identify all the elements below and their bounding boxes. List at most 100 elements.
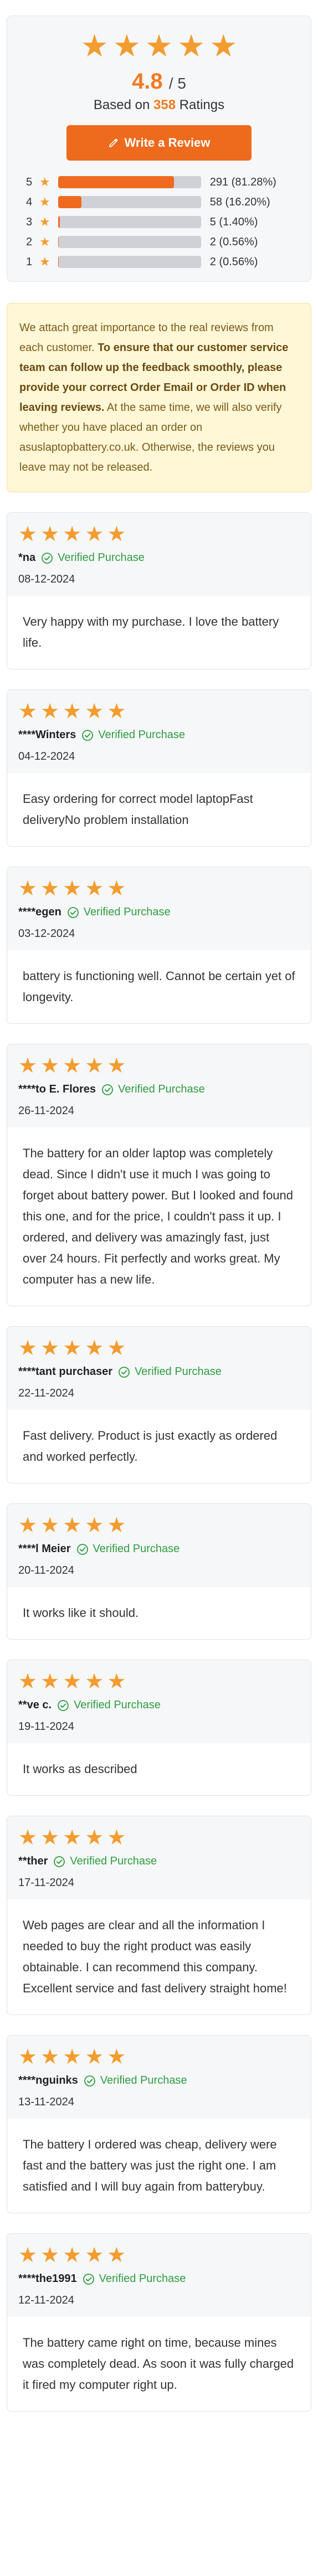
rating-bar-row[interactable]: 5 ★ 291 (81.28%) [26,175,295,189]
check-circle-icon [67,906,79,919]
star-level: 1 [26,255,33,268]
reviewer-name: *na [18,552,36,564]
rating-bar-fill [58,196,81,208]
review-meta: ****nguinks Verified Purchase [18,2074,300,2087]
review-header: ★ ★ ★ ★ ★ ****egen Verified Purchase 03-12-2024 [7,867,311,950]
review-date: 04-12-2024 [18,750,75,763]
verified-label: Verified Purchase [98,729,186,741]
review-header: ★ ★ ★ ★ ★ ****Winters Verified Purchase 04-12-2… [7,690,311,773]
verified-label: Verified Purchase [118,1083,205,1095]
check-circle-icon [81,729,94,741]
review-text: Very happy with my purchase. I love the … [23,615,279,650]
star-icon: ★ [107,1054,126,1078]
star-icon: ★ [85,523,104,546]
verified-badge: Verified Purchase [118,1366,222,1378]
check-circle-icon [76,1543,89,1555]
verified-label: Verified Purchase [99,2273,186,2285]
check-circle-icon [101,1084,114,1096]
verified-badge: Verified Purchase [84,2074,187,2087]
review-text: It works like it should. [23,1606,139,1620]
star-icon: ★ [107,1514,126,1537]
review-stars: ★ ★ ★ ★ ★ [18,2047,300,2068]
rating-scale: / 5 [168,75,186,92]
reviewer-name: ****the1991 [18,2273,77,2285]
star-icon: ★ [40,1054,60,1078]
star-icon: ★ [40,1337,60,1360]
rating-distribution: 5 ★ 291 (81.28%) 4 ★ 58 (16.20%) 3 ★ 5 (1.40%) 2 ★… [26,175,295,269]
reviewer-name: **ther [18,1855,48,1867]
review-stars: ★ ★ ★ ★ ★ [18,1671,300,1692]
star-icon: ★ [63,1054,82,1078]
star-icon: ★ [18,1514,38,1537]
verified-badge: Verified Purchase [41,552,145,564]
review-stars: ★ ★ ★ ★ ★ [18,701,300,722]
rating-bar-track [58,196,201,208]
average-value: 4.8 [132,69,163,94]
check-circle-icon [57,1699,69,1712]
rating-bar-row[interactable]: 3 ★ 5 (1.40%) [26,215,295,229]
star-icon: ★ [39,255,50,269]
star-icon: ★ [80,28,109,63]
star-icon: ★ [63,2244,82,2267]
star-icon: ★ [39,175,50,189]
review-text: Web pages are clear and all the informat… [23,1918,287,1995]
rating-count: 291 (81.28%) [209,176,276,188]
review-card: ★ ★ ★ ★ ★ ****nguinks Verified Purchase 13-11-2… [7,2035,311,2213]
review-header: ★ ★ ★ ★ ★ ****l Meier Verified Purchase 20-11-2… [7,1504,311,1587]
star-icon: ★ [18,700,38,723]
reviewer-name: ****l Meier [18,1543,71,1555]
write-review-label: Write a Review [124,136,211,150]
rating-bar-row[interactable]: 1 ★ 2 (0.56%) [26,255,295,269]
rating-bar-fill [58,216,60,228]
star-icon: ★ [85,1337,104,1360]
rating-bar-row[interactable]: 4 ★ 58 (16.20%) [26,195,295,209]
review-card: ★ ★ ★ ★ ★ ****tant purchaser Verified Purchase… [7,1326,311,1483]
verified-label: Verified Purchase [74,1699,161,1711]
star-icon: ★ [107,1826,126,1849]
review-date: 26-11-2024 [18,1105,74,1117]
review-card: ★ ★ ★ ★ ★ **ve c. Verified Purchase 19-11-2024 I… [7,1660,311,1796]
reviewer-name: ****Winters [18,729,76,741]
star-icon: ★ [39,195,50,209]
star-icon: ★ [107,1670,126,1693]
write-review-button[interactable]: Write a Review [66,125,252,161]
star-icon: ★ [85,1054,104,1078]
verified-badge: Verified Purchase [101,1083,205,1096]
review-meta: ****egen Verified Purchase [18,906,300,919]
reviewer-name: **ve c. [18,1699,52,1711]
review-text: The battery I ordered was cheap, deliver… [23,2137,277,2193]
review-text: The battery for an older laptop was comp… [23,1146,294,1286]
rating-bar-row[interactable]: 2 ★ 2 (0.56%) [26,235,295,249]
star-icon: ★ [85,2046,104,2069]
review-card: ★ ★ ★ ★ ★ ****to E. Flores Verified Purchase 26… [7,1044,311,1306]
star-icon: ★ [85,700,104,723]
verified-label: Verified Purchase [135,1366,222,1378]
check-circle-icon [41,552,53,564]
star-level: 3 [26,215,33,228]
rating-bar-track [58,256,201,268]
star-icon: ★ [39,215,50,229]
verified-badge: Verified Purchase [83,2273,186,2285]
review-header: ★ ★ ★ ★ ★ ****to E. Flores Verified Purchase 26… [7,1044,311,1127]
review-stars: ★ ★ ★ ★ ★ [18,1515,300,1536]
star-icon: ★ [63,2046,82,2069]
reviewer-name: ****to E. Flores [18,1083,96,1095]
review-header: ★ ★ ★ ★ ★ *na Verified Purchase 08-12-2024 [7,513,311,596]
check-circle-icon [84,2075,96,2087]
star-level: 4 [26,195,33,208]
review-text: The battery came right on time, because … [23,2336,294,2392]
review-date: 12-11-2024 [18,2294,74,2306]
star-icon: ★ [18,877,38,900]
ratings-label: Ratings [179,97,225,112]
review-header: ★ ★ ★ ★ ★ ****the1991 Verified Purchase 12-11-2… [7,2234,311,2317]
rating-bar-track [58,176,201,188]
review-stars: ★ ★ ★ ★ ★ [18,1055,300,1076]
review-date: 19-11-2024 [18,1720,74,1733]
star-icon: ★ [40,700,60,723]
verified-badge: Verified Purchase [53,1855,157,1868]
verified-badge: Verified Purchase [81,729,185,741]
review-card: ★ ★ ★ ★ ★ ****the1991 Verified Purchase 12-11-2… [7,2233,311,2412]
star-icon: ★ [145,28,173,63]
rating-bar-fill [58,236,59,248]
review-date: 08-12-2024 [18,573,75,585]
